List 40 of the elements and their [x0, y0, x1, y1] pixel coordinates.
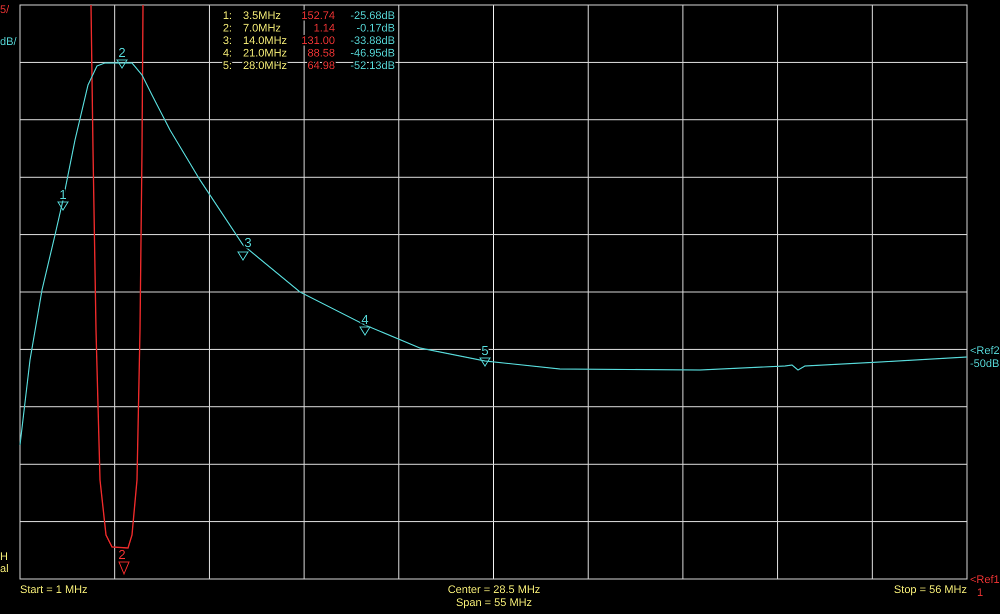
marker-index: 4: — [222, 48, 232, 60]
marker-triangle-icon — [57, 202, 69, 211]
marker-frequency: 14.0MHz — [243, 35, 288, 47]
marker-value: 88.58 — [307, 48, 335, 60]
marker-triangle-icon — [116, 60, 128, 69]
side-label: al — [0, 563, 9, 575]
marker-number: 2 — [118, 45, 126, 60]
marker-value: -46.95dB — [350, 48, 395, 60]
marker-triangle-icon — [118, 562, 130, 576]
marker-triangle-icon — [359, 326, 371, 336]
marker-index: 2: — [222, 22, 232, 34]
marker-frequency: 28.0MHz — [243, 60, 288, 72]
reference-label: <Ref1 — [970, 574, 1000, 586]
marker-number: 4 — [361, 312, 369, 327]
span-frequency: Span = 55 MHz — [456, 597, 532, 609]
stop-frequency: Stop = 56 MHz — [894, 584, 967, 596]
side-label: H — [0, 551, 8, 563]
marker-number: 3 — [244, 235, 252, 250]
marker-number: 2 — [118, 547, 126, 562]
marker-triangle-icon — [479, 358, 491, 367]
start-frequency: Start = 1 MHz — [20, 584, 88, 596]
reference-value: -50dB — [970, 358, 1000, 370]
reference-value: 1 — [977, 587, 984, 599]
marker-value: 64.98 — [307, 60, 335, 72]
marker-frequency: 21.0MHz — [243, 48, 288, 60]
marker-value: -33.88dB — [350, 35, 395, 47]
marker-index: 5: — [222, 60, 232, 72]
marker-index: 1: — [222, 10, 232, 22]
marker-index: 3: — [222, 35, 232, 47]
center-frequency: Center = 28.5 MHz — [448, 584, 540, 596]
marker-triangle-icon — [237, 252, 249, 261]
scale-label: dB/ — [0, 36, 17, 48]
marker-value: 1.14 — [314, 22, 335, 34]
marker-frequency: 7.0MHz — [243, 22, 281, 34]
scale-label: 5/ — [0, 4, 10, 16]
marker-value: -0.17dB — [356, 22, 395, 34]
marker-value: -52.13dB — [350, 60, 395, 72]
reference-label: <Ref2 — [970, 345, 1000, 357]
marker-value: -25.68dB — [350, 10, 395, 22]
marker-frequency: 3.5MHz — [243, 10, 281, 22]
